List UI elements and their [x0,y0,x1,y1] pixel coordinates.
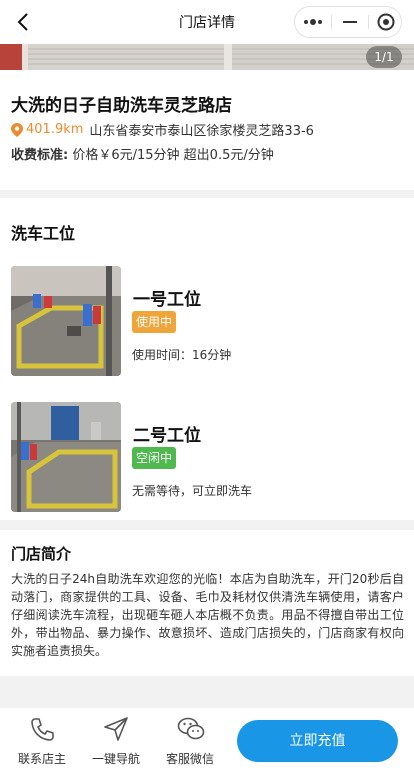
wechat-icon [177,717,205,740]
store-info-card: 大洗的日子自助洗车灵芝路店 401.9km 山东省泰安市泰山区徐家楼灵芝路33-… [0,70,414,190]
bay-item[interactable]: 二号工位 空闲中 无需等待，可立即洗车 [11,402,403,512]
status-badge: 使用中 [132,311,177,333]
recharge-button[interactable]: 立即充值 [237,720,398,762]
intro-text: 大洗的日子24h自助洗车欢迎您的光临！本店为自助洗车，开门20秒后自动落门，商家… [11,572,404,658]
contact-owner-button[interactable]: 联系店主 [5,708,79,780]
bay-item[interactable]: 一号工位 使用中 使用时间：16分钟 [11,266,403,376]
bay-name: 二号工位 [133,426,201,446]
store-name: 大洗的日子自助洗车灵芝路店 [11,96,232,116]
phone-icon [31,718,54,741]
store-photo-banner[interactable]: 1/1 [0,44,414,70]
wash-bays-section: 洗车工位 一号工位 使用中 使用时间：16分钟 二号工位 空闲中 无需等待，可立… [0,198,414,520]
store-distance: 401.9km [26,122,84,137]
fee-row: 收费标准: 价格￥6元/15分钟 超出0.5元/分钟 [11,144,274,163]
minimize-icon[interactable] [332,7,368,37]
photo-counter: 1/1 [366,46,402,68]
navigate-label: 一键导航 [91,752,140,766]
bay-photo [11,266,121,376]
store-intro-section: 门店简介 大洗的日子24h自助洗车欢迎您的光临！本店为自助洗车，开门20秒后自动… [0,530,414,676]
bay-photo [11,402,121,512]
bay-info: 无需等待，可立即洗车 [132,484,253,498]
contact-owner-label: 联系店主 [17,752,66,766]
bay-info: 使用时间：16分钟 [132,348,232,362]
address-row[interactable]: 401.9km 山东省泰安市泰山区徐家楼灵芝路33-6 [11,120,314,139]
navigate-button[interactable]: 一键导航 [79,708,153,780]
bays-section-title: 洗车工位 [11,224,76,243]
customer-service-label: 客服微信 [165,752,214,766]
navigation-arrow-icon [104,717,128,741]
store-photo [0,44,414,70]
store-address: 山东省泰安市泰山区徐家楼灵芝路33-6 [89,124,314,139]
status-badge: 空闲中 [132,447,177,469]
fee-text: 价格￥6元/15分钟 超出0.5元/分钟 [72,148,274,163]
intro-section-title: 门店简介 [11,545,72,563]
mini-program-capsule [294,6,402,38]
fee-label: 收费标准: [11,148,69,163]
bay-name: 一号工位 [133,290,201,310]
close-target-icon[interactable] [369,7,405,37]
customer-service-button[interactable]: 客服微信 [153,708,227,780]
more-icon[interactable] [295,7,331,37]
location-pin-icon [11,122,23,137]
navigation-bar: 门店详情 [0,0,414,44]
bottom-action-bar: 联系店主 一键导航 客服微信 立即充值 [0,708,414,780]
